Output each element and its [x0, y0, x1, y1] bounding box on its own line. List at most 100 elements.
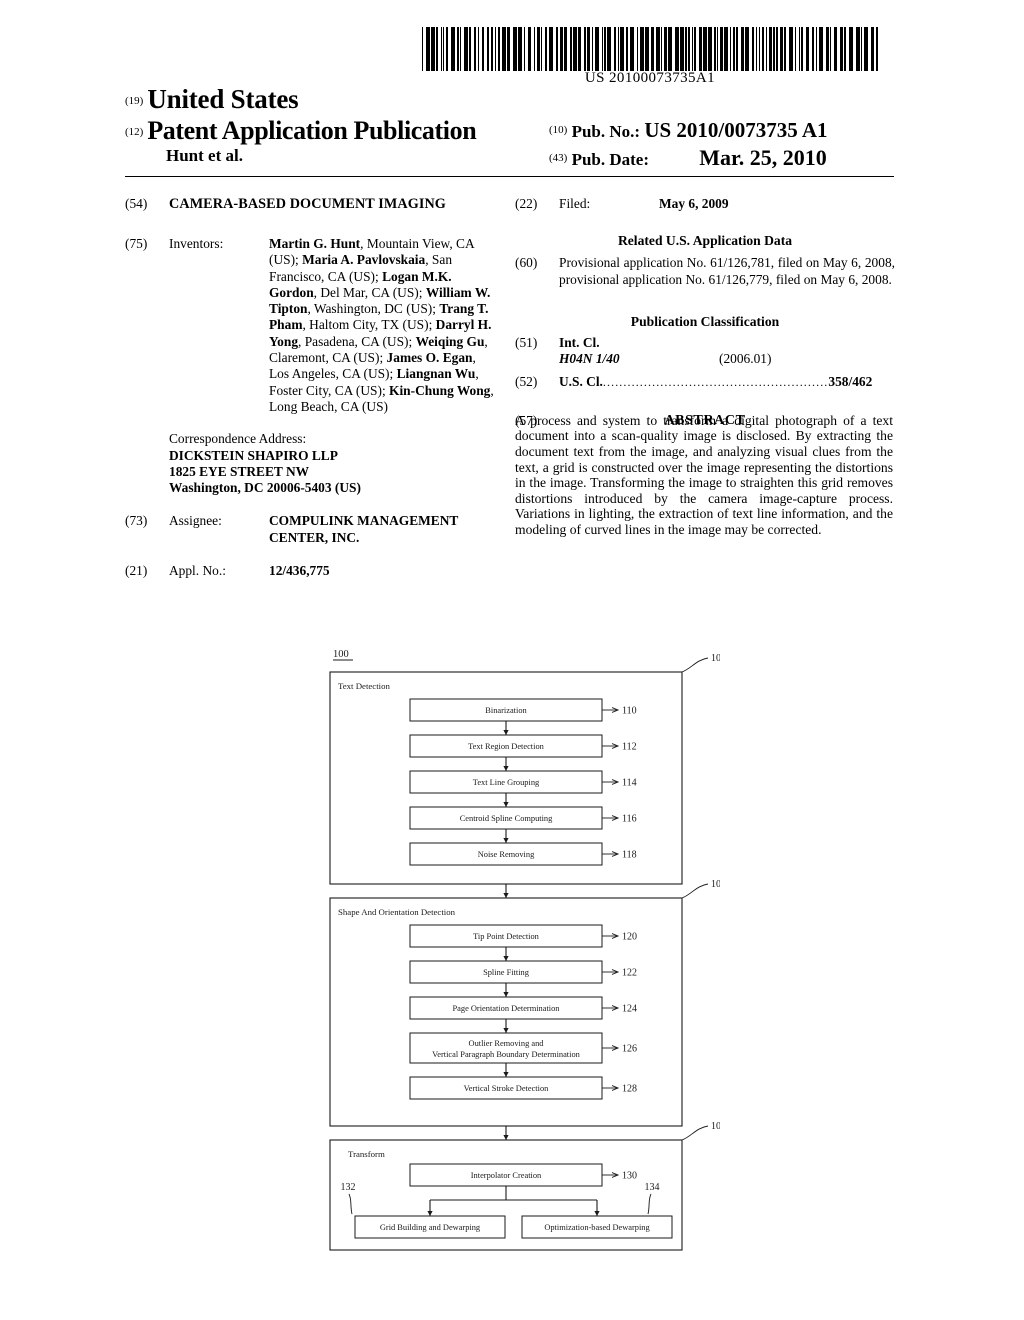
barcode-bars — [420, 27, 880, 71]
abstract-row: (57) ABSTRACT A process and system to tr… — [515, 413, 895, 538]
code-52: (52) — [515, 374, 538, 390]
inventors-row: (75) Inventors: Martin G. Hunt, Mountain… — [125, 236, 497, 415]
inventors-value: Martin G. Hunt, Mountain View, CA (US); … — [269, 236, 494, 414]
svg-text:104: 104 — [711, 879, 720, 890]
svg-text:100: 100 — [333, 649, 349, 660]
bibliographic-left-column: (54) CAMERA-BASED DOCUMENT IMAGING (75) … — [125, 196, 497, 579]
publication-number-row: (10) Pub. No.: US 2010/0073735 A1 — [549, 118, 899, 143]
bibliographic-right-column: (22) Filed: May 6, 2009 Related U.S. App… — [515, 196, 895, 538]
invention-title-row: (54) CAMERA-BASED DOCUMENT IMAGING — [125, 196, 497, 214]
svg-text:112: 112 — [622, 742, 637, 753]
svg-text:Grid Building and Dewarping: Grid Building and Dewarping — [380, 1223, 481, 1232]
correspondence-line-1: DICKSTEIN SHAPIRO LLP — [169, 447, 338, 463]
svg-text:106: 106 — [711, 1121, 720, 1132]
int-classification-row: (51) Int. Cl. H04N 1/40 (2006.01) — [515, 335, 895, 368]
intcl-year: (2006.01) — [719, 351, 772, 367]
svg-text:128: 128 — [622, 1084, 637, 1095]
related-application-row: (60) Provisional application No. 61/126,… — [515, 255, 895, 288]
related-application-heading: Related U.S. Application Data — [617, 233, 793, 248]
country-name: United States — [147, 84, 299, 114]
intcl-line: H04N 1/40 (2006.01) — [559, 351, 895, 368]
application-number-row: (21) Appl. No.: 12/436,775 — [125, 563, 497, 579]
related-application-text: Provisional application No. 61/126,781, … — [559, 255, 895, 287]
svg-text:Centroid Spline Computing: Centroid Spline Computing — [460, 814, 553, 823]
svg-text:124: 124 — [622, 1004, 637, 1015]
code-75: (75) — [125, 236, 148, 251]
svg-text:Noise Removing: Noise Removing — [478, 850, 535, 859]
svg-text:130: 130 — [622, 1171, 637, 1182]
abstract-text: A process and system to transform a digi… — [515, 412, 893, 537]
svg-text:102: 102 — [711, 653, 720, 664]
publication-classification-heading: Publication Classification — [630, 313, 780, 329]
code-73: (73) — [125, 513, 148, 529]
correspondence-line-2: 1825 EYE STREET NW — [169, 463, 310, 479]
code-19: (19) — [125, 95, 144, 107]
assignee-row: (73) Assignee: COMPULINK MANAGEMENT CENT… — [125, 513, 497, 546]
intcl-label: Int. Cl. — [559, 335, 600, 351]
masthead-country-line: (19) United States — [125, 84, 895, 116]
svg-text:Tip Point Detection: Tip Point Detection — [473, 932, 540, 941]
figure-flowchart: 100 102 Text Detection Binarization 110 Text … — [300, 640, 720, 1260]
code-22: (22) — [515, 196, 538, 211]
code-12: (12) — [125, 126, 144, 138]
pubno-value: US 2010/0073735 A1 — [644, 118, 828, 142]
uscl-dot-leader: ........................................… — [602, 375, 829, 390]
code-51: (51) — [515, 335, 538, 351]
svg-text:122: 122 — [622, 968, 637, 979]
abstract-heading: ABSTRACT — [664, 412, 746, 428]
code-60: (60) — [515, 255, 538, 271]
uscl-value: 358/462 — [828, 374, 873, 390]
svg-text:118: 118 — [622, 850, 637, 861]
svg-text:Interpolator Creation: Interpolator Creation — [471, 1171, 542, 1180]
code-54: (54) — [125, 196, 148, 211]
pubdate-value: Mar. 25, 2010 — [699, 145, 827, 170]
svg-text:Outlier Removing and: Outlier Removing and — [469, 1039, 545, 1048]
assignee-value: COMPULINK MANAGEMENT CENTER, INC. — [269, 513, 459, 545]
code-21: (21) — [125, 563, 148, 579]
code-43: (43) — [549, 152, 568, 164]
inventors-label: Inventors: — [169, 236, 224, 251]
flowchart-svg: 100 102 Text Detection Binarization 110 Text … — [329, 649, 720, 1251]
filed-label: Filed: — [559, 196, 591, 211]
svg-text:120: 120 — [622, 932, 637, 943]
svg-text:132: 132 — [341, 1182, 356, 1193]
masthead-divider — [125, 176, 894, 177]
us-classification-body: U.S. Cl.................................… — [559, 374, 895, 390]
svg-text:Transform: Transform — [348, 1149, 385, 1159]
svg-text:Page Orientation Determination: Page Orientation Determination — [453, 1004, 561, 1013]
applno-value: 12/436,775 — [269, 563, 330, 579]
uscl-label: U.S. Cl. — [559, 374, 603, 390]
svg-text:Text Line Grouping: Text Line Grouping — [473, 778, 540, 787]
filed-row: (22) Filed: May 6, 2009 — [515, 196, 895, 214]
svg-text:Shape And Orientation Detectio: Shape And Orientation Detection — [338, 907, 456, 917]
correspondence-address: Correspondence Address: DICKSTEIN SHAPIR… — [169, 431, 497, 496]
svg-text:116: 116 — [622, 814, 637, 825]
intcl-value: H04N 1/40 — [559, 351, 620, 367]
svg-text:114: 114 — [622, 778, 637, 789]
svg-text:126: 126 — [622, 1044, 637, 1055]
svg-text:Spline Fitting: Spline Fitting — [483, 968, 530, 977]
int-classification-body: Int. Cl. H04N 1/40 (2006.01) — [559, 335, 895, 368]
svg-text:Vertical Paragraph Boundary De: Vertical Paragraph Boundary Determinatio… — [432, 1050, 580, 1059]
authors-line: Hunt et al. — [166, 146, 243, 165]
svg-text:134: 134 — [645, 1182, 660, 1193]
pubdate-label: Pub. Date: — [571, 150, 650, 169]
correspondence-line-3: Washington, DC 20006-5403 (US) — [169, 480, 361, 496]
publication-date-row: (43) Pub. Date: Mar. 25, 2010 — [549, 145, 899, 171]
code-10: (10) — [549, 124, 568, 136]
applno-label: Appl. No.: — [169, 563, 226, 579]
filed-value: May 6, 2009 — [659, 196, 729, 211]
svg-text:Text Detection: Text Detection — [338, 681, 391, 691]
barcode — [420, 27, 880, 71]
svg-text:Vertical Stroke Detection: Vertical Stroke Detection — [464, 1084, 549, 1093]
assignee-label: Assignee: — [169, 513, 222, 529]
svg-text:Text Region Detection: Text Region Detection — [468, 742, 545, 751]
invention-title: CAMERA-BASED DOCUMENT IMAGING — [169, 196, 446, 212]
svg-text:Binarization: Binarization — [485, 706, 527, 715]
pubno-label: Pub. No.: — [571, 122, 641, 141]
correspondence-label: Correspondence Address: — [169, 431, 307, 447]
document-type: Patent Application Publication — [147, 116, 477, 145]
svg-text:110: 110 — [622, 706, 637, 717]
svg-text:Optimization-based Dewarping: Optimization-based Dewarping — [544, 1223, 650, 1232]
us-classification-row: (52) U.S. Cl............................… — [515, 374, 895, 390]
